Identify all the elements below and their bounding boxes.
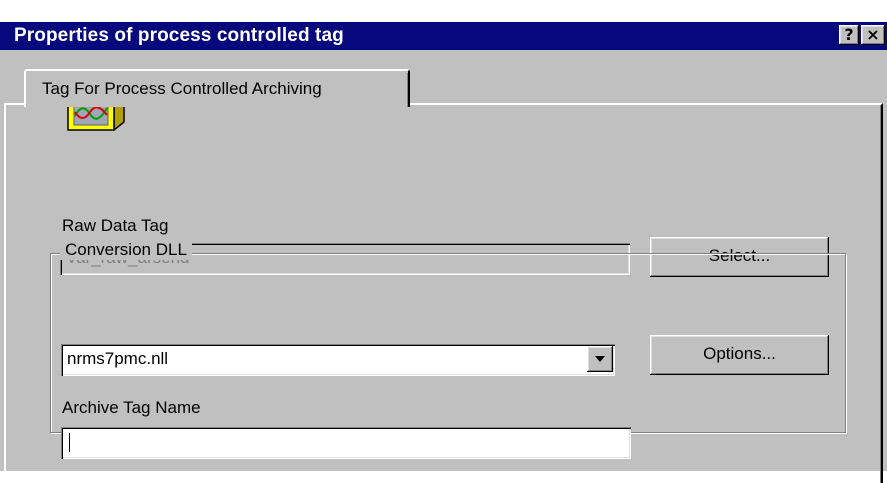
conversion-dll-value: nrms7pmc.nll [67, 349, 169, 368]
conversion-dll-select[interactable]: nrms7pmc.nll [61, 344, 615, 376]
window-title: Properties of process controlled tag [14, 25, 344, 46]
conversion-dll-label: Conversion DLL [60, 240, 192, 260]
title-bar[interactable]: Properties of process controlled tag ? × [0, 22, 887, 50]
archive-tag-name-label: Archive Tag Name [62, 398, 201, 417]
tab-label: Tag For Process Controlled Archiving [42, 79, 322, 98]
dropdown-button[interactable] [587, 346, 613, 372]
text-caret [69, 433, 70, 452]
tab-tag-for-process-controlled-archiving[interactable]: Tag For Process Controlled Archiving [24, 69, 410, 107]
options-button[interactable]: Options... [650, 335, 829, 375]
help-button[interactable]: ? [839, 25, 859, 45]
archive-tag-name-input[interactable] [61, 427, 631, 459]
chevron-down-icon [595, 356, 605, 362]
close-button[interactable]: × [861, 25, 885, 45]
screen-background [0, 0, 887, 22]
raw-data-tag-label: Raw Data Tag [62, 216, 169, 235]
